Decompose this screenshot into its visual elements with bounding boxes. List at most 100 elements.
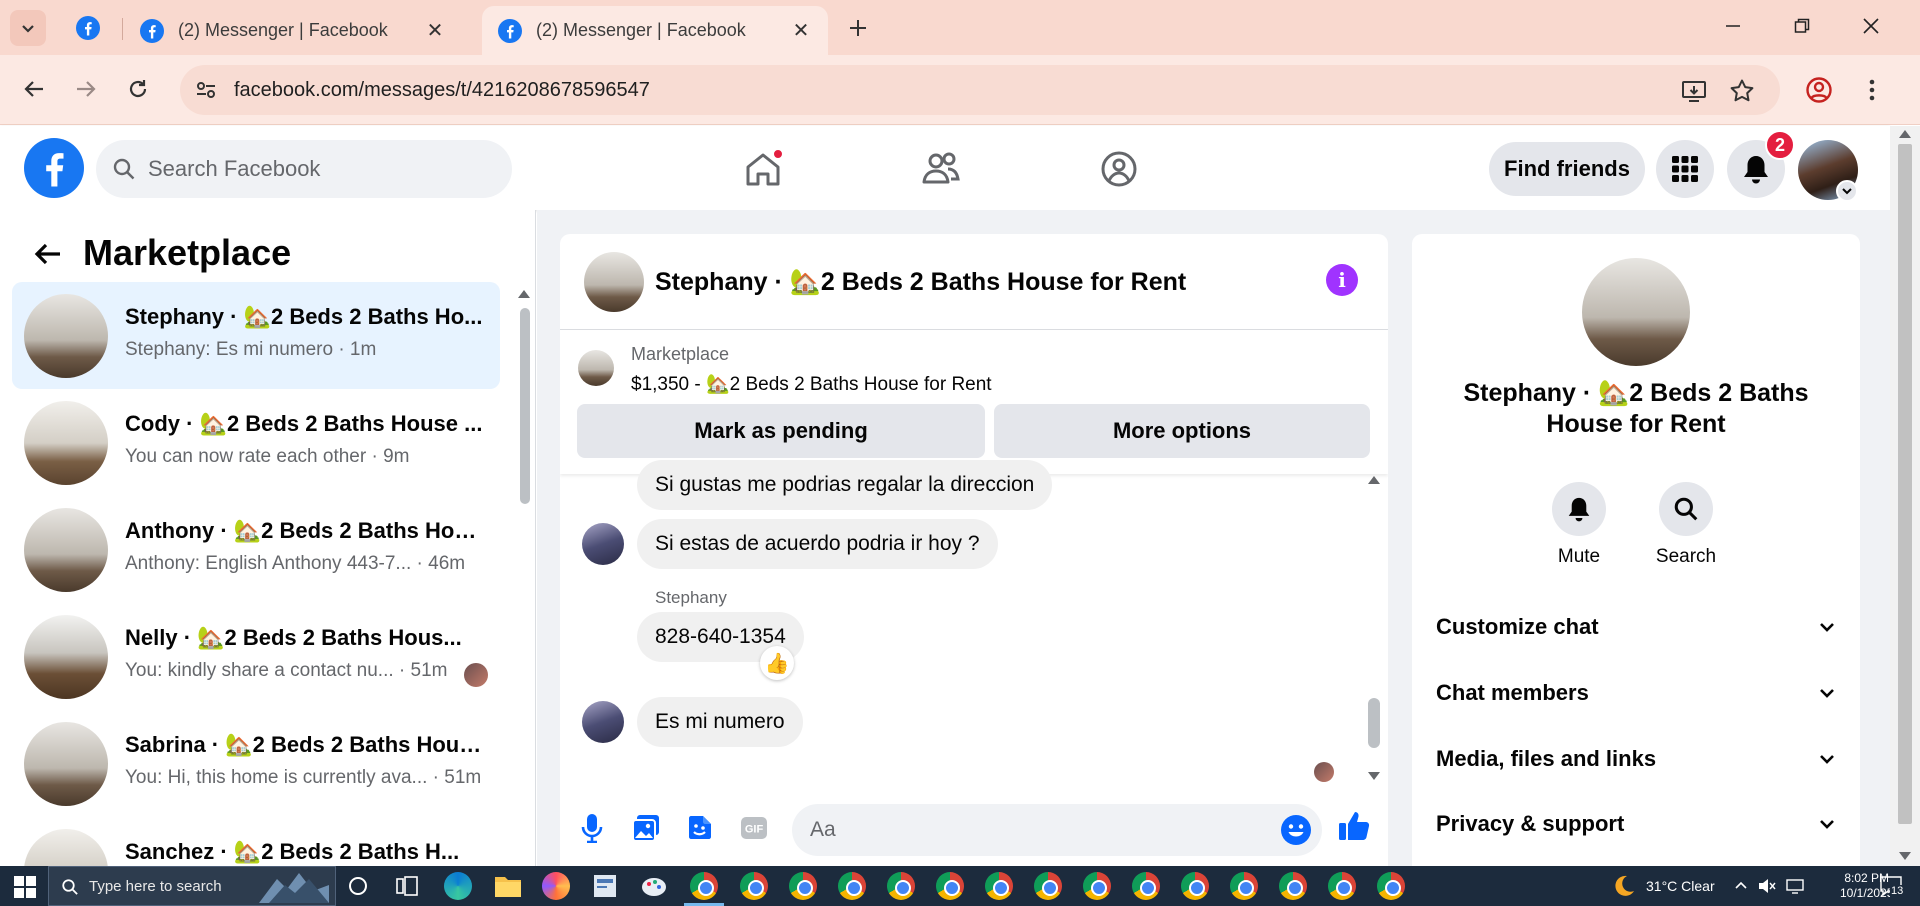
message-scrollbar-thumb[interactable] — [1368, 698, 1380, 748]
message-bubble[interactable]: Si gustas me podrias regalar la direccio… — [637, 460, 1053, 510]
network-icon[interactable] — [1786, 878, 1806, 894]
conversation-item[interactable]: Stephany · 🏡2 Beds 2 Baths Ho... Stephan… — [12, 282, 500, 389]
close-window-button[interactable] — [1849, 6, 1893, 46]
facebook-logo-icon[interactable] — [24, 138, 84, 198]
chat-title[interactable]: Stephany · 🏡2 Beds 2 Baths House for Ren… — [655, 268, 1186, 297]
conversation-item[interactable]: Sabrina · 🏡2 Beds 2 Baths Hous... You: H… — [12, 710, 500, 817]
more-options-button[interactable]: More options — [994, 404, 1370, 458]
file-explorer-icon[interactable] — [494, 874, 522, 898]
reload-button[interactable] — [118, 69, 158, 109]
weather-widget[interactable]: 31°C Clear — [1612, 866, 1715, 906]
find-friends-button[interactable]: Find friends — [1489, 142, 1645, 196]
mute-action[interactable]: Mute — [1539, 482, 1619, 568]
conversation-item[interactable]: Cody · 🏡2 Beds 2 Baths House ... You can… — [12, 389, 500, 496]
chrome-icon[interactable] — [1377, 872, 1405, 900]
close-icon[interactable]: ✕ — [424, 20, 446, 42]
browser-tab-1[interactable]: (2) Messenger | Facebook ✕ — [124, 6, 462, 55]
minimize-button[interactable] — [1711, 6, 1755, 46]
chrome-icon[interactable] — [985, 872, 1013, 900]
chrome-icon[interactable] — [789, 872, 817, 900]
scroll-up-icon[interactable] — [518, 290, 530, 298]
chat-members-section[interactable]: Chat members — [1436, 668, 1836, 718]
search-in-conversation-action[interactable]: Search — [1646, 482, 1726, 568]
paint-icon[interactable] — [640, 872, 668, 900]
site-info-icon[interactable] — [194, 78, 218, 102]
listing-price[interactable]: $1,350 - 🏡2 Beds 2 Baths House for Rent — [631, 372, 992, 396]
account-menu-button[interactable] — [1836, 180, 1858, 202]
friends-nav[interactable] — [916, 144, 966, 194]
listing-thumbnail[interactable] — [578, 350, 614, 386]
scroll-down-icon[interactable] — [1368, 772, 1380, 780]
facebook-search[interactable] — [96, 140, 512, 198]
cortana-icon[interactable] — [348, 876, 368, 896]
chrome-icon[interactable] — [1083, 872, 1111, 900]
firefox-icon[interactable] — [542, 872, 570, 900]
page-scrollbar[interactable] — [1890, 126, 1920, 866]
message-bubble[interactable]: Si estas de acuerdo podria ir hoy ? — [637, 519, 998, 569]
page-scrollbar-thumb[interactable] — [1898, 144, 1912, 824]
customize-chat-section[interactable]: Customize chat — [1436, 602, 1836, 652]
scroll-up-icon[interactable] — [1899, 130, 1911, 138]
thumbs-up-reaction[interactable]: 👍 — [760, 646, 794, 680]
chevron-up-icon[interactable] — [1734, 879, 1748, 893]
chrome-icon[interactable] — [1034, 872, 1062, 900]
tab-search-button[interactable] — [10, 10, 46, 46]
media-files-links-section[interactable]: Media, files and links — [1436, 734, 1836, 784]
address-bar[interactable]: facebook.com/messages/t/4216208678596547 — [180, 65, 1780, 115]
info-icon[interactable]: i — [1326, 264, 1358, 296]
mark-as-pending-button[interactable]: Mark as pending — [577, 404, 985, 458]
facebook-search-input[interactable] — [148, 140, 488, 198]
app-icon[interactable] — [592, 873, 618, 899]
attach-photo-button[interactable] — [628, 810, 664, 846]
new-tab-button[interactable] — [842, 12, 874, 44]
scroll-down-icon[interactable] — [1899, 852, 1911, 860]
chrome-icon[interactable] — [1230, 872, 1258, 900]
chrome-icon[interactable] — [1132, 872, 1160, 900]
conversation-item[interactable]: Sanchez · 🏡2 Beds 2 Baths H... — [12, 817, 500, 866]
chrome-menu-button[interactable] — [1852, 70, 1892, 110]
voice-clip-button[interactable] — [574, 810, 610, 846]
taskbar-search[interactable]: Type here to search — [48, 866, 336, 906]
speaker-muted-icon[interactable] — [1758, 878, 1776, 894]
message-bubble[interactable]: Es mi numero — [637, 697, 803, 747]
avatar[interactable] — [1582, 258, 1690, 366]
home-nav[interactable] — [738, 144, 788, 194]
privacy-support-section[interactable]: Privacy & support — [1436, 799, 1836, 849]
chrome-icon[interactable] — [936, 872, 964, 900]
profile-button[interactable] — [1799, 70, 1839, 110]
install-app-button[interactable] — [1680, 77, 1708, 105]
sidebar-scrollbar-thumb[interactable] — [520, 308, 530, 504]
restore-button[interactable] — [1780, 6, 1824, 46]
chrome-icon[interactable] — [690, 872, 718, 900]
windows-start-icon[interactable] — [14, 876, 36, 898]
task-view-icon[interactable] — [396, 876, 418, 896]
groups-nav[interactable] — [1094, 144, 1144, 194]
message-input-container[interactable] — [792, 804, 1322, 856]
avatar[interactable] — [584, 252, 644, 312]
chrome-icon[interactable] — [887, 872, 915, 900]
notification-center[interactable]: 13 — [1880, 866, 1905, 906]
back-button[interactable] — [14, 69, 54, 109]
chrome-icon[interactable] — [838, 872, 866, 900]
sticker-button[interactable] — [682, 810, 718, 846]
message-input[interactable] — [810, 804, 1250, 856]
back-button[interactable] — [26, 232, 70, 276]
conversation-item[interactable]: Nelly · 🏡2 Beds 2 Baths Hous... You: kin… — [12, 603, 500, 710]
edge-icon[interactable] — [444, 872, 472, 900]
emoji-icon[interactable] — [1280, 814, 1312, 846]
send-like-button[interactable] — [1336, 808, 1372, 844]
forward-button[interactable] — [66, 69, 106, 109]
chrome-icon[interactable] — [1279, 872, 1307, 900]
chrome-icon[interactable] — [740, 872, 768, 900]
browser-tab-2-active[interactable]: (2) Messenger | Facebook ✕ — [482, 6, 828, 55]
chrome-icon[interactable] — [1181, 872, 1209, 900]
url-text[interactable]: facebook.com/messages/t/4216208678596547 — [234, 79, 650, 102]
close-icon[interactable]: ✕ — [790, 20, 812, 42]
conversation-item[interactable]: Anthony · 🏡2 Beds 2 Baths Hou... Anthony… — [12, 496, 500, 603]
scroll-up-icon[interactable] — [1368, 476, 1380, 484]
gif-button[interactable]: GIF — [736, 810, 772, 846]
bookmark-button[interactable] — [1728, 77, 1756, 105]
menu-button[interactable] — [1656, 140, 1714, 198]
pinned-tab-facebook[interactable] — [70, 12, 106, 44]
chrome-icon[interactable] — [1328, 872, 1356, 900]
